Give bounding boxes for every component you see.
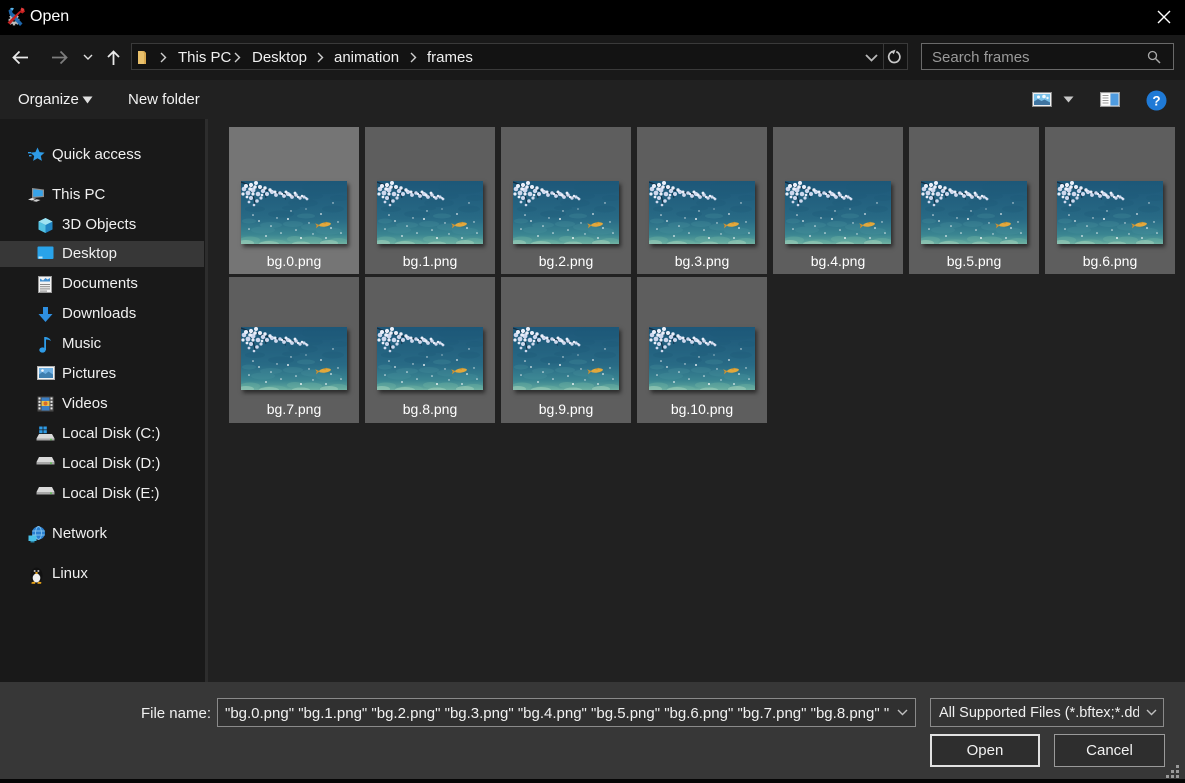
svg-text:?: ? — [1152, 93, 1160, 108]
